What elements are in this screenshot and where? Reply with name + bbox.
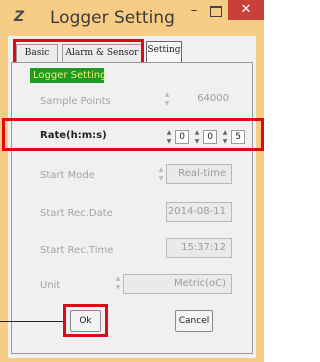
spin-down-icon[interactable]: ▼ xyxy=(221,137,229,146)
start-mode-spinner: ▲ ▼ xyxy=(157,165,165,183)
unit-select: Metric(oC) xyxy=(123,274,232,294)
unit-label: Unit xyxy=(40,280,61,291)
spin-down-icon[interactable]: ▼ xyxy=(193,137,201,146)
spin-down-icon[interactable]: ▼ xyxy=(165,137,173,146)
ok-button[interactable]: Ok xyxy=(70,310,101,332)
panel-header: Logger Setting xyxy=(30,68,106,83)
start-mode-select: Real-time xyxy=(166,164,232,184)
spin-up-icon[interactable]: ▲ xyxy=(193,128,201,137)
spin-down-icon: ▼ xyxy=(164,100,170,107)
start-time-field: 15:37:12 xyxy=(166,238,232,258)
unit-spinner: ▲ ▼ xyxy=(114,274,122,292)
tab-setting[interactable]: Setting xyxy=(146,41,182,63)
spin-up-icon: ▲ xyxy=(115,275,121,282)
cancel-button[interactable]: Cancel xyxy=(175,310,213,332)
minutes-input[interactable]: 0 xyxy=(203,130,217,144)
close-button[interactable]: ✕ xyxy=(228,0,264,20)
hours-input[interactable]: 0 xyxy=(175,130,189,144)
seconds-input[interactable]: 5 xyxy=(231,130,245,144)
spin-down-icon: ▼ xyxy=(158,175,164,182)
sample-points-value: 64000 xyxy=(197,93,229,104)
spin-up-icon[interactable]: ▲ xyxy=(165,128,173,137)
start-date-label: Start Rec.Date xyxy=(40,208,113,219)
maximize-icon xyxy=(210,6,222,17)
window-title: Logger Setting xyxy=(50,8,175,28)
spin-up-icon: ▲ xyxy=(164,91,170,98)
start-time-label: Start Rec.Time xyxy=(40,245,114,256)
start-mode-label: Start Mode xyxy=(40,170,95,181)
maximize-button[interactable] xyxy=(206,5,224,19)
spin-up-icon[interactable]: ▲ xyxy=(221,128,229,137)
app-logo-icon: Z xyxy=(14,9,25,25)
minimize-button[interactable]: – xyxy=(185,4,203,19)
rate-label: Rate(h:m:s) xyxy=(40,130,107,141)
minutes-spinner[interactable]: ▲ ▼ xyxy=(193,128,201,146)
sample-points-spinner: ▲ ▼ xyxy=(163,90,171,108)
sample-points-label: Sample Points xyxy=(40,96,111,107)
spin-up-icon: ▲ xyxy=(158,166,164,173)
spin-down-icon: ▼ xyxy=(115,284,121,291)
seconds-spinner[interactable]: ▲ ▼ xyxy=(221,128,229,146)
hours-spinner[interactable]: ▲ ▼ xyxy=(165,128,173,146)
start-date-field: 2014-08-11 xyxy=(166,202,232,222)
pointer-line xyxy=(0,321,63,322)
